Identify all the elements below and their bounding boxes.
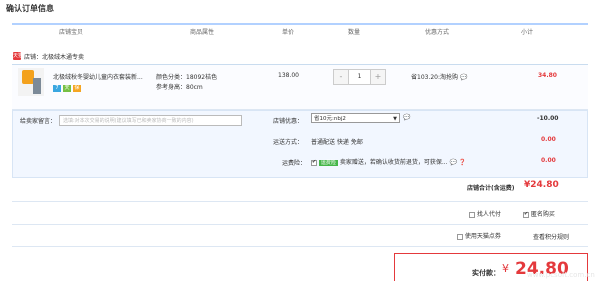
item-name-link[interactable]: 北极绒秋冬婴幼儿童内衣套装新... [53, 72, 143, 81]
anonymous-buy-checkbox[interactable] [523, 211, 529, 218]
col-shop-item: 店铺宝贝 [59, 29, 84, 36]
shop-prefix: 店铺： [24, 54, 43, 61]
col-discount: 优惠方式 [425, 29, 450, 36]
dropdown-arrow-icon: ▼ [393, 116, 397, 122]
delivery-value: 普通配送 快递 免邮 [311, 139, 363, 146]
message-label: 给卖家留言： [20, 118, 57, 125]
badge-guarantee-icon[interactable]: 保 [73, 85, 81, 92]
badge-tian-icon[interactable]: 天 [63, 85, 71, 92]
qty-plus-button[interactable]: + [370, 70, 385, 84]
points-rules-link[interactable]: 查看积分规则 [533, 232, 569, 241]
col-unit-price: 单价 [282, 29, 295, 36]
shop-discount-chat-icon[interactable]: 💬 [403, 114, 410, 121]
watermark: www.pcsoft.com.cn [527, 271, 595, 279]
page-title: 确认订单信息 [6, 4, 54, 13]
insurance-checkbox[interactable] [311, 159, 317, 166]
shop-discount-selected: 省10元:nbj2 [314, 116, 346, 122]
item-attr-color: 颜色分类：18092桔色 [156, 74, 218, 81]
divider-2 [12, 224, 588, 225]
anonymous-pay-label: 找人代付 [476, 211, 501, 218]
pants-image [33, 78, 41, 94]
shop-discount-label: 店铺优惠： [273, 118, 304, 125]
insurance-label: 运费险： [282, 160, 307, 167]
item-attr-height: 参考身高：80cm [156, 84, 203, 91]
divider-3 [12, 246, 588, 247]
col-quantity: 数量 [348, 29, 361, 36]
item-price: 138.00 [278, 72, 299, 79]
tmall-card-checkbox[interactable] [457, 233, 463, 240]
badge-7day-icon[interactable]: 7 [53, 85, 61, 92]
tmall-shop-icon: 天猫 [13, 52, 24, 60]
col-subtotal: 小计 [521, 29, 534, 36]
item-thumbnail[interactable] [18, 68, 44, 96]
col-attributes: 商品属性 [190, 29, 215, 36]
item-discount-text: 省103.20:淘抢购 [411, 74, 459, 81]
help-question-icon[interactable]: ❓ [459, 159, 466, 166]
shop-name-link[interactable]: 北极绒木通专卖 [42, 54, 84, 61]
insurance-row: 运费险 卖家赠送，若确认收货前退货，可获保... 💬 ❓ [311, 157, 466, 166]
quantity-stepper: - 1 + [333, 69, 386, 85]
qty-input[interactable]: 1 [349, 70, 370, 84]
insurance-chat-icon[interactable]: 💬 [450, 159, 457, 166]
delivery-amount: 0.00 [541, 136, 556, 143]
item-discount: 省103.20:淘抢购 💬 [411, 72, 467, 81]
divider-1 [12, 201, 588, 202]
anonymous-buy-label: 匿名购买 [530, 211, 555, 218]
anonymous-buy-option[interactable]: 匿名购买 [523, 209, 555, 218]
shop-discount-select[interactable]: 省10元:nbj2 ▼ [311, 113, 400, 123]
seller-message-input[interactable]: 选填:对本次交易的说明(建议填写已和卖家协商一致的内容) [59, 115, 242, 126]
insurance-amount: 0.00 [541, 157, 556, 164]
anonymous-pay-option[interactable]: 找人代付 [469, 209, 501, 218]
item-subtotal: 34.80 [538, 72, 557, 79]
tmall-card-option[interactable]: 使用天猫点券 [457, 231, 501, 240]
chat-bubble-icon[interactable]: 💬 [460, 74, 467, 81]
delivery-label: 运送方式： [273, 139, 304, 146]
shop-discount-value: -10.00 [537, 115, 559, 122]
item-row [12, 64, 588, 110]
insurance-tag: 运费险 [318, 160, 338, 166]
qty-minus-button[interactable]: - [334, 70, 349, 84]
shop-label: 店铺：北极绒木通专卖 [24, 52, 84, 61]
header-divider [12, 23, 588, 25]
shop-total-amount: ¥24.80 [524, 180, 559, 190]
shop-total-label: 店铺合计(含运费) [467, 185, 515, 192]
tmall-card-label: 使用天猫点券 [464, 233, 501, 240]
anonymous-pay-checkbox[interactable] [469, 211, 475, 218]
insurance-text: 卖家赠送，若确认收货前退货，可获保... [339, 159, 448, 166]
payment-label: 实付款： [472, 269, 500, 277]
payment-currency: ¥ [502, 262, 509, 275]
